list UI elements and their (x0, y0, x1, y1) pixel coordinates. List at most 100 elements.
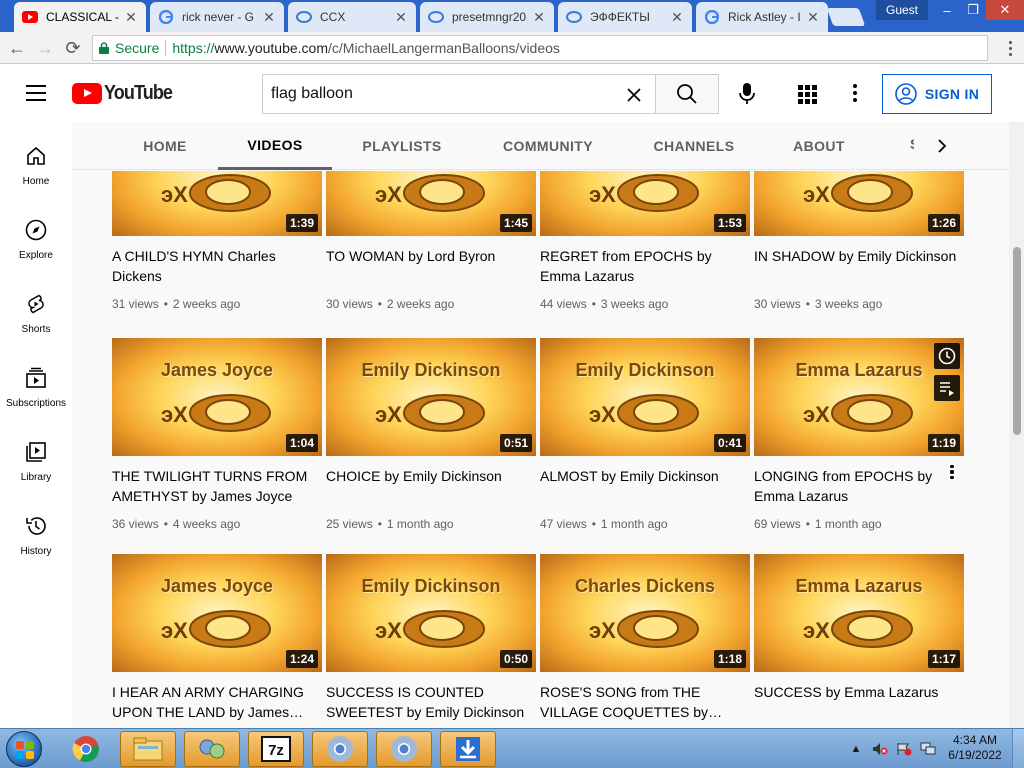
network-icon[interactable] (920, 741, 936, 757)
tab-about[interactable]: ABOUT (778, 122, 860, 170)
guide-item-explore[interactable]: Explore (0, 210, 72, 284)
video-thumbnail[interactable]: эX 1:26 (754, 171, 964, 236)
video-title[interactable]: A CHILD'S HYMN Charles Dickens (112, 246, 317, 286)
view-count: 30 views (326, 297, 373, 311)
page-scrollbar[interactable] (1009, 122, 1024, 728)
minimize-icon[interactable]: – (934, 0, 960, 20)
video-thumbnail[interactable]: Emily Dickinson эX 0:50 (326, 554, 536, 672)
browser-tab-presetmngr[interactable]: presetmngr20 ✕ (420, 2, 554, 32)
restore-icon[interactable]: ❐ (960, 0, 986, 20)
video-title-text: TO WOMAN by Lord Byron (326, 248, 496, 264)
video-thumbnail[interactable]: James Joyce эX 1:24 (112, 554, 322, 672)
video-title[interactable]: TO WOMAN by Lord Byron (326, 246, 531, 266)
video-duration: 1:26 (927, 214, 960, 232)
browser-tab-classical[interactable]: CLASSICAL - Y ✕ (14, 2, 146, 32)
guide-item-shorts[interactable]: Shorts (0, 284, 72, 358)
video-thumbnail[interactable]: Emma Lazarus эX 1:19 (754, 338, 964, 456)
watch-later-icon[interactable] (934, 343, 960, 369)
video-thumbnail[interactable]: Charles Dickens эX 1:18 (540, 554, 750, 672)
close-icon[interactable]: ✕ (532, 9, 546, 26)
video-title[interactable]: CHOICE by Emily Dickinson (326, 466, 531, 486)
guide-item-home[interactable]: Home (0, 136, 72, 210)
apps-grid-icon[interactable] (796, 83, 818, 105)
scrollbar-thumb[interactable] (1013, 247, 1021, 435)
taskbar-clock[interactable]: 4:34 AM 6/19/2022 (944, 733, 1006, 763)
settings-menu-icon[interactable] (850, 82, 860, 104)
video-thumbnail[interactable]: Emily Dickinson эX 0:51 (326, 338, 536, 456)
clear-search-icon[interactable] (626, 87, 642, 103)
browser-menu-icon[interactable] (1002, 38, 1018, 58)
guide-item-subscriptions[interactable]: Subscriptions (0, 358, 72, 432)
show-desktop-button[interactable] (1012, 729, 1024, 768)
video-title[interactable]: I HEAR AN ARMY CHARGING UPON THE LAND by… (112, 682, 317, 722)
browser-tab-effects[interactable]: ЭФФЕКТЫ ✕ (558, 2, 692, 32)
close-icon[interactable]: ✕ (670, 9, 684, 26)
voice-search-button[interactable] (733, 80, 761, 108)
close-icon[interactable]: ✕ (806, 9, 820, 26)
search-button[interactable] (655, 74, 719, 114)
video-action-menu-icon[interactable] (948, 463, 956, 481)
taskbar-chrome-window-2[interactable] (376, 731, 432, 767)
svg-text:эX: эX (589, 182, 616, 207)
video-title[interactable]: LONGING from EPOCHS by Emma Lazarus (754, 466, 959, 506)
chevron-right-icon[interactable] (930, 134, 954, 158)
guide-item-library[interactable]: Library (0, 432, 72, 506)
youtube-logo[interactable]: YouTube (72, 82, 180, 105)
taskbar-7zip[interactable]: 7z (248, 731, 304, 767)
browser-tab-rick-never[interactable]: rick never - G ✕ (150, 2, 284, 32)
browser-tab-rick-astley[interactable]: Rick Astley - I ✕ (696, 2, 828, 32)
video-thumbnail[interactable]: эX 1:53 (540, 171, 750, 236)
video-title[interactable]: ALMOST by Emily Dickinson (540, 466, 745, 486)
taskbar-file-explorer[interactable] (120, 731, 176, 767)
tab-home[interactable]: HOME (112, 122, 218, 170)
action-center-flag-icon[interactable] (896, 741, 912, 757)
tab-community[interactable]: COMMUNITY (486, 122, 610, 170)
account-icon (895, 83, 917, 105)
taskbar-network-app[interactable] (184, 731, 240, 767)
add-to-queue-icon[interactable] (934, 375, 960, 401)
forward-arrow-icon[interactable]: → (34, 37, 56, 59)
video-thumbnail[interactable]: эX 1:45 (326, 171, 536, 236)
video-title[interactable]: SUCCESS IS COUNTED SWEETEST by Emily Dic… (326, 682, 531, 722)
volume-muted-icon[interactable] (872, 741, 888, 757)
video-title[interactable]: IN SHADOW by Emily Dickinson (754, 246, 959, 266)
start-button[interactable] (6, 731, 42, 767)
generic-icon (428, 9, 444, 25)
tab-videos[interactable]: VIDEOS (218, 122, 332, 170)
video-title-text: A CHILD'S HYMN Charles Dickens (112, 248, 276, 284)
video-title[interactable]: THE TWILIGHT TURNS FROM AMETHYST by Jame… (112, 466, 317, 506)
video-thumbnail[interactable]: James Joyce эX 1:04 (112, 338, 322, 456)
new-tab-button[interactable] (826, 8, 866, 26)
address-bar[interactable]: Secure https://www.youtube.com/c/Michael… (92, 35, 988, 61)
hamburger-menu-icon[interactable] (26, 85, 46, 101)
close-icon[interactable]: ✕ (124, 9, 138, 26)
video-thumbnail[interactable]: Emily Dickinson эX 0:41 (540, 338, 750, 456)
reload-icon[interactable]: ⟳ (62, 37, 84, 59)
tab-playlists[interactable]: PLAYLISTS (348, 122, 456, 170)
video-thumbnail[interactable]: эX 1:39 (112, 171, 322, 236)
close-icon[interactable]: ✕ (394, 9, 408, 26)
video-metadata: 47 views • 1 month ago (540, 517, 750, 531)
svg-text:эX: эX (803, 182, 830, 207)
profile-guest-badge[interactable]: Guest (876, 0, 928, 20)
taskbar-downloader[interactable] (440, 731, 496, 767)
taskbar-chrome-window[interactable] (312, 731, 368, 767)
video-title[interactable]: REGRET from EPOCHS by Emma Lazarus (540, 246, 745, 286)
secure-indicator[interactable]: Secure (99, 40, 159, 56)
video-thumbnail[interactable]: Emma Lazarus эX 1:17 (754, 554, 964, 672)
channel-emblem-icon: эX (375, 610, 485, 648)
video-metadata: 69 views • 1 month ago (754, 517, 964, 531)
video-title[interactable]: ROSE'S SONG from THE VILLAGE COQUETTES b… (540, 682, 745, 722)
window-close-icon[interactable]: ✕ (986, 0, 1024, 20)
back-arrow-icon[interactable]: ← (6, 37, 28, 59)
search-input[interactable] (271, 85, 611, 103)
sign-in-button[interactable]: SIGN IN (882, 74, 992, 114)
svg-text:эX: эX (375, 402, 402, 427)
taskbar-chrome[interactable] (58, 731, 114, 767)
show-hidden-icons-icon[interactable]: ▲ (848, 741, 864, 757)
close-icon[interactable]: ✕ (262, 9, 276, 26)
browser-tab-ccx[interactable]: CCX ✕ (288, 2, 416, 32)
video-title[interactable]: SUCCESS by Emma Lazarus (754, 682, 959, 702)
guide-item-history[interactable]: History (0, 506, 72, 580)
tab-channels[interactable]: CHANNELS (642, 122, 746, 170)
